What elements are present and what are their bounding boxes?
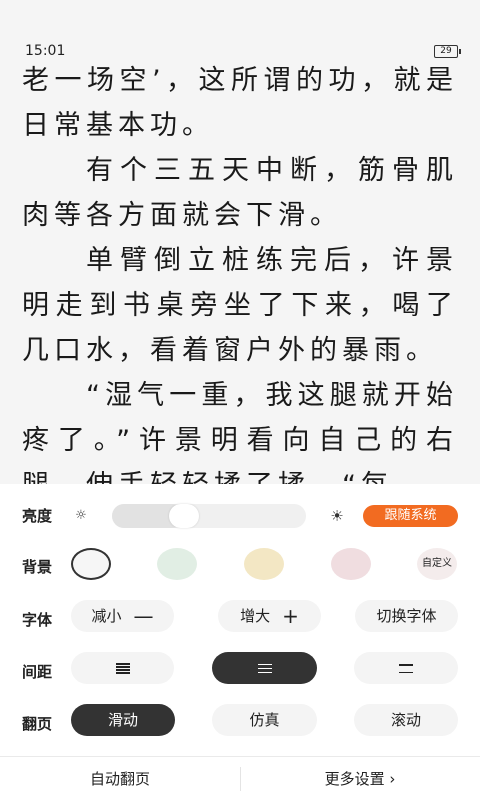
minus-icon: — (133, 604, 154, 628)
follow-system-button[interactable]: 跟随系统 (363, 505, 458, 527)
clock-time: 15:01 (25, 43, 66, 59)
background-swatch-custom[interactable]: 自定义 (417, 548, 457, 580)
page-turn-scroll-button[interactable]: 滚动 (354, 704, 458, 736)
spacing-compact-button[interactable] (71, 652, 174, 684)
spacing-loose-icon (399, 661, 413, 676)
reader-paragraph: “湿气一重，我这腿就开始疼了。”许景明看向自己的右腿，伸手轻轻揉了揉。“每 (22, 380, 458, 488)
background-swatch-white[interactable] (71, 548, 111, 580)
plus-icon: + (282, 604, 299, 628)
battery-icon: 29 (434, 45, 461, 58)
background-swatch-pink[interactable] (331, 548, 371, 580)
auto-page-turn-button[interactable]: 自动翻页 (0, 757, 240, 801)
brightness-label: 亮度 (22, 507, 53, 525)
brightness-slider[interactable] (112, 504, 306, 528)
background-swatch-yellow[interactable] (244, 548, 284, 580)
spacing-medium-icon (257, 661, 272, 676)
bottom-bar: 自动翻页 更多设置 › (0, 756, 480, 801)
spacing-loose-button[interactable] (354, 652, 458, 684)
font-decrease-button[interactable]: 减小 — (71, 600, 174, 632)
brightness-high-icon: ☀ (330, 507, 344, 525)
page-turn-slide-button[interactable]: 滑动 (71, 704, 175, 736)
reader-page[interactable]: 老一场空’，这所谓的功，就是日常基本功。 有个三五天中断，筋骨肌肉等各方面就会下… (0, 58, 480, 488)
spacing-compact-icon (115, 662, 130, 676)
spacing-row: 间距 (0, 652, 480, 692)
font-increase-button[interactable]: 增大 + (218, 600, 321, 632)
font-row: 字体 减小 — 增大 + 切换字体 (0, 600, 480, 640)
font-decrease-label: 减小 (91, 607, 122, 625)
more-settings-button[interactable]: 更多设置 › (240, 757, 480, 801)
background-label: 背景 (22, 558, 53, 576)
spacing-label: 间距 (22, 663, 53, 681)
page-turn-label: 翻页 (22, 715, 53, 733)
brightness-low-icon: ☼ (75, 508, 87, 523)
reader-paragraph: 有个三五天中断，筋骨肌肉等各方面就会下滑。 (22, 155, 458, 231)
background-row: 背景 自定义 (0, 547, 480, 587)
background-swatch-green[interactable] (157, 548, 197, 580)
font-label: 字体 (22, 611, 53, 629)
brightness-row: 亮度 ☼ ☀ 跟随系统 (0, 496, 480, 536)
font-increase-label: 增大 (240, 607, 271, 625)
status-bar: 15:01 29 (0, 0, 480, 59)
switch-font-button[interactable]: 切换字体 (355, 600, 458, 632)
page-turn-row: 翻页 滑动 仿真 滚动 (0, 704, 480, 744)
spacing-medium-button[interactable] (212, 652, 317, 684)
reading-settings-panel: 亮度 ☼ ☀ 跟随系统 背景 自定义 字体 减小 — 增大 + 切换字体 间距 (0, 484, 480, 800)
reader-paragraph: 老一场空’，这所谓的功，就是日常基本功。 (22, 65, 458, 141)
page-turn-simulate-button[interactable]: 仿真 (212, 704, 317, 736)
reader-paragraph: 单臂倒立桩练完后，许景明走到书桌旁坐了下来，喝了几口水，看着窗户外的暴雨。 (22, 245, 458, 366)
brightness-slider-handle[interactable] (169, 504, 199, 528)
